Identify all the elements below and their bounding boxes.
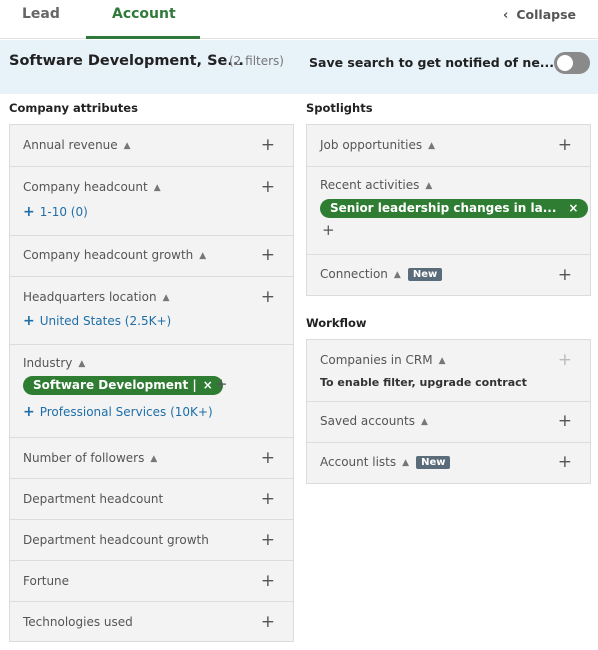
pushpin-icon: ▲ bbox=[78, 359, 86, 369]
dept-headcount-label: Department headcount bbox=[23, 492, 164, 506]
pushpin-icon: ▲ bbox=[438, 356, 446, 366]
filter-annual-revenue[interactable]: Annual revenue ▲ + bbox=[10, 125, 293, 167]
tab-lead[interactable]: Lead bbox=[22, 6, 60, 22]
filter-company-headcount[interactable]: Company headcount ▲ + +1-10 (0) bbox=[10, 167, 293, 236]
add-icon[interactable]: + bbox=[558, 267, 572, 284]
recent-activities-label: Recent activities bbox=[320, 178, 420, 192]
search-banner: Software Development, Se... (2 filters) … bbox=[0, 40, 598, 94]
headcount-growth-label: Company headcount growth bbox=[23, 248, 194, 262]
pushpin-icon: ▲ bbox=[428, 141, 436, 151]
add-icon[interactable]: + bbox=[261, 289, 275, 306]
industry-selected-pill[interactable]: Software Development | × bbox=[23, 376, 223, 395]
pushpin-icon: ▲ bbox=[393, 270, 401, 280]
add-icon[interactable]: + bbox=[261, 450, 275, 467]
technologies-label: Technologies used bbox=[23, 615, 133, 629]
workflow-heading: Workflow bbox=[306, 316, 367, 330]
pushpin-icon: ▲ bbox=[420, 417, 428, 427]
add-icon[interactable]: + bbox=[558, 137, 572, 154]
account-lists-label: Account lists bbox=[320, 455, 397, 469]
save-search-text: Save search to get notified of ne... bbox=[309, 55, 555, 70]
industry-label: Industry bbox=[23, 356, 73, 370]
filter-headcount-growth[interactable]: Company headcount growth ▲ + bbox=[10, 236, 293, 277]
workflow-card: Companies in CRM ▲ + To enable filter, up… bbox=[306, 339, 591, 484]
filter-technologies[interactable]: Technologies used + bbox=[10, 602, 293, 642]
add-icon[interactable]: + bbox=[261, 573, 275, 590]
add-icon: + bbox=[23, 404, 35, 420]
tab-bar: Lead Account ‹ Collapse bbox=[0, 0, 598, 39]
hq-label: Headquarters location bbox=[23, 290, 157, 304]
chevron-left-icon: ‹ bbox=[503, 8, 509, 23]
filter-connection[interactable]: Connection ▲ New + bbox=[307, 255, 590, 296]
toggle-knob bbox=[557, 55, 573, 71]
add-icon[interactable]: + bbox=[558, 413, 572, 430]
add-icon[interactable]: + bbox=[261, 491, 275, 508]
filter-dept-headcount[interactable]: Department headcount + bbox=[10, 479, 293, 520]
new-badge: New bbox=[416, 456, 451, 469]
pushpin-icon: ▲ bbox=[402, 458, 410, 468]
add-icon[interactable]: + bbox=[261, 247, 275, 264]
add-icon: + bbox=[23, 313, 35, 329]
company-attributes-heading: Company attributes bbox=[9, 101, 138, 115]
add-icon[interactable]: + bbox=[558, 454, 572, 471]
fortune-label: Fortune bbox=[23, 574, 70, 588]
add-icon[interactable]: + bbox=[261, 614, 275, 631]
add-icon[interactable]: + bbox=[261, 137, 275, 154]
add-icon[interactable]: + bbox=[215, 377, 228, 392]
pushpin-icon: ▲ bbox=[150, 454, 158, 464]
new-badge: New bbox=[407, 268, 443, 281]
pushpin-icon: ▲ bbox=[199, 251, 207, 261]
filter-saved-accounts[interactable]: Saved accounts ▲ + bbox=[307, 402, 590, 443]
collapse-button[interactable]: ‹ Collapse bbox=[503, 7, 576, 23]
filter-followers[interactable]: Number of followers ▲ + bbox=[10, 438, 293, 479]
add-icon[interactable]: + bbox=[261, 532, 275, 549]
filter-dept-headcount-growth[interactable]: Department headcount growth + bbox=[10, 520, 293, 561]
filter-count: (2 filters) bbox=[229, 54, 284, 68]
close-icon[interactable]: × bbox=[203, 378, 213, 392]
pushpin-icon: ▲ bbox=[123, 141, 131, 151]
saved-accounts-label: Saved accounts bbox=[320, 414, 415, 428]
close-icon[interactable]: × bbox=[568, 201, 578, 215]
filter-headquarters[interactable]: Headquarters location ▲ + + United States … bbox=[10, 277, 293, 345]
pushpin-icon: ▲ bbox=[162, 293, 170, 303]
pushpin-icon: ▲ bbox=[153, 183, 161, 193]
annual-revenue-label: Annual revenue bbox=[23, 138, 118, 152]
filter-account-lists[interactable]: Account lists ▲ New + bbox=[307, 443, 590, 484]
filter-job-opportunities[interactable]: Job opportunities ▲ + bbox=[307, 125, 590, 167]
industry-suggestion[interactable]: + Professional Services (10K+) bbox=[23, 404, 213, 420]
spotlights-card: Job opportunities ▲ + Recent activities ▲ … bbox=[306, 124, 591, 296]
dept-headcount-growth-label: Department headcount growth bbox=[23, 533, 209, 547]
add-icon[interactable]: + bbox=[322, 223, 335, 238]
collapse-label: Collapse bbox=[516, 7, 576, 22]
add-icon: + bbox=[23, 204, 35, 220]
add-icon[interactable]: + bbox=[261, 179, 275, 196]
connection-label: Connection bbox=[320, 267, 388, 281]
company-attributes-card: Annual revenue ▲ + Company headcount ▲ + +… bbox=[9, 124, 294, 642]
save-search-toggle[interactable] bbox=[554, 52, 590, 74]
pushpin-icon: ▲ bbox=[425, 181, 433, 191]
add-icon: + bbox=[557, 350, 572, 370]
followers-label: Number of followers bbox=[23, 451, 145, 465]
filter-companies-in-crm[interactable]: Companies in CRM ▲ + To enable filter, up… bbox=[307, 340, 590, 402]
hq-suggestion[interactable]: + United States (2.5K+) bbox=[23, 313, 171, 329]
company-headcount-label: Company headcount bbox=[23, 180, 148, 194]
tab-account[interactable]: Account bbox=[112, 6, 176, 22]
headcount-suggestion[interactable]: +1-10 (0) bbox=[23, 204, 88, 220]
active-tab-indicator bbox=[86, 36, 200, 39]
recent-activities-selected-pill[interactable]: Senior leadership changes in la... × bbox=[320, 199, 589, 218]
search-title[interactable]: Software Development, Se... bbox=[9, 53, 244, 69]
filter-fortune[interactable]: Fortune + bbox=[10, 561, 293, 602]
crm-label: Companies in CRM bbox=[320, 353, 433, 367]
filter-industry[interactable]: Industry ▲ Software Development | × + + Pro… bbox=[10, 345, 293, 438]
job-opportunities-label: Job opportunities bbox=[320, 138, 423, 152]
crm-upgrade-note: To enable filter, upgrade contract bbox=[320, 376, 527, 389]
filter-recent-activities[interactable]: Recent activities ▲ Senior leadership cha… bbox=[307, 167, 590, 255]
spotlights-heading: Spotlights bbox=[306, 101, 373, 115]
